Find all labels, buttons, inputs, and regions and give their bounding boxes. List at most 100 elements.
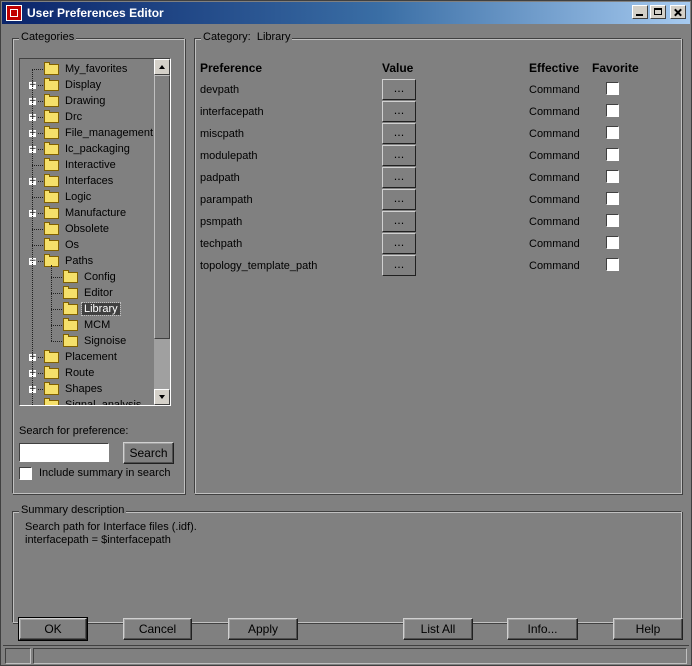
favorite-checkbox[interactable] (606, 104, 619, 117)
effective-value: Command (529, 216, 580, 228)
value-browse-button[interactable]: ... (382, 123, 416, 144)
value-browse-button[interactable]: ... (382, 167, 416, 188)
favorite-checkbox[interactable] (606, 236, 619, 249)
favorite-checkbox[interactable] (606, 82, 619, 95)
value-browse-button[interactable]: ... (382, 101, 416, 122)
value-browse-button[interactable]: ... (382, 211, 416, 232)
tree-item-signal-analysis[interactable]: Signal_analysis (44, 397, 143, 405)
help-button[interactable]: Help (613, 618, 683, 640)
tree-item-file-management[interactable]: File_management (44, 125, 154, 141)
favorite-checkbox[interactable] (606, 214, 619, 227)
value-browse-button[interactable]: ... (382, 233, 416, 254)
tree-item-display[interactable]: Display (44, 77, 103, 93)
tree-connector (51, 277, 62, 278)
preference-name: parampath (200, 194, 253, 206)
favorite-checkbox[interactable] (606, 192, 619, 205)
tree-item-drc[interactable]: Drc (44, 109, 84, 125)
scroll-up-button[interactable] (154, 59, 170, 75)
favorite-checkbox[interactable] (606, 126, 619, 139)
category-tree[interactable]: My_favorites Display + Drawing + Drc + File_man… (19, 58, 171, 406)
folder-icon (44, 397, 59, 405)
header-effective: Effective (529, 61, 580, 75)
summary-line-2: interfacepath = $interfacepath (25, 534, 171, 546)
folder-icon (44, 365, 59, 379)
tree-item-mcm[interactable]: MCM (63, 317, 112, 333)
tree-connector (32, 245, 43, 246)
search-button[interactable]: Search (123, 442, 174, 464)
tree-item-os[interactable]: Os (44, 237, 81, 253)
value-browse-button[interactable]: ... (382, 79, 416, 100)
search-input[interactable] (19, 443, 109, 462)
tree-item-label: Signoise (84, 335, 127, 347)
tree-item-label: Interactive (65, 159, 116, 171)
scroll-thumb[interactable] (154, 75, 170, 339)
app-icon (6, 5, 22, 21)
tree-item-label: Editor (84, 287, 113, 299)
effective-value: Command (529, 106, 580, 118)
folder-icon (44, 237, 59, 251)
close-button[interactable] (670, 5, 686, 19)
tree-item-manufacture[interactable]: Manufacture (44, 205, 128, 221)
favorite-checkbox[interactable] (606, 148, 619, 161)
tree-item-label: Logic (65, 191, 92, 203)
value-browse-button[interactable]: ... (382, 189, 416, 210)
tree-item-label: Ic_packaging (65, 143, 130, 155)
value-browse-button[interactable]: ... (382, 255, 416, 276)
preference-name: modulepath (200, 150, 258, 162)
preference-name: psmpath (200, 216, 243, 228)
tree-item-label: Display (65, 79, 102, 91)
value-browse-button[interactable]: ... (382, 145, 416, 166)
summary-line-1: Search path for Interface files (.idf). (25, 521, 197, 533)
info-button[interactable]: Info... (507, 618, 578, 640)
tree-item-label: Drc (65, 111, 83, 123)
tree-scrollbar[interactable] (154, 59, 170, 405)
folder-icon (63, 317, 78, 331)
apply-button[interactable]: Apply (228, 618, 298, 640)
preference-name: devpath (200, 84, 240, 96)
tree-item-logic[interactable]: Logic (44, 189, 93, 205)
tree-item-interactive[interactable]: Interactive (44, 157, 118, 173)
include-summary-checkbox[interactable] (19, 467, 32, 480)
tree-item-label: Os (65, 239, 80, 251)
tree-item-route[interactable]: Route (44, 365, 96, 381)
tree-item-obsolete[interactable]: Obsolete (44, 221, 111, 237)
tree-connector (32, 165, 43, 166)
folder-icon (63, 333, 78, 347)
tree-item-shapes[interactable]: Shapes (44, 381, 104, 397)
status-cell-1 (5, 648, 31, 664)
tree-trunk-line (32, 69, 33, 405)
tree-connector (51, 325, 62, 326)
favorite-checkbox[interactable] (606, 258, 619, 271)
tree-item-placement[interactable]: Placement (44, 349, 119, 365)
maximize-button[interactable] (650, 5, 666, 19)
tree-item-label: Config (84, 271, 116, 283)
tree-branch-line (51, 265, 52, 341)
tree-item-editor[interactable]: Editor (63, 285, 115, 301)
tree-item-label: Paths (65, 255, 94, 267)
effective-value: Command (529, 128, 580, 140)
tree-item-library[interactable]: Library (63, 301, 121, 317)
tree-item-drawing[interactable]: Drawing (44, 93, 107, 109)
tree-item-label: Interfaces (65, 175, 114, 187)
tree-item-config[interactable]: Config (63, 269, 118, 285)
favorite-checkbox[interactable] (606, 170, 619, 183)
category-tree-items: My_favorites Display + Drawing + Drc + File_man… (20, 59, 154, 405)
cancel-button[interactable]: Cancel (123, 618, 192, 640)
preference-name: interfacepath (200, 106, 264, 118)
minimize-button[interactable] (632, 5, 648, 19)
list-all-button[interactable]: List All (403, 618, 473, 640)
scroll-down-button[interactable] (154, 389, 170, 405)
categories-group-label: Categories (19, 31, 77, 43)
preference-name: techpath (200, 238, 243, 250)
tree-connector (32, 229, 43, 230)
tree-item-my-favorites[interactable]: My_favorites (44, 61, 129, 77)
include-summary-label: Include summary in search (39, 467, 171, 479)
title-bar[interactable]: User Preferences Editor (2, 2, 690, 24)
tree-item-interfaces[interactable]: Interfaces (44, 173, 115, 189)
tree-item-ic-packaging[interactable]: Ic_packaging (44, 141, 132, 157)
folder-icon (63, 269, 78, 283)
header-preference: Preference (200, 61, 263, 75)
ok-button[interactable]: OK (18, 617, 88, 641)
folder-icon (44, 221, 59, 235)
tree-item-signoise[interactable]: Signoise (63, 333, 128, 349)
